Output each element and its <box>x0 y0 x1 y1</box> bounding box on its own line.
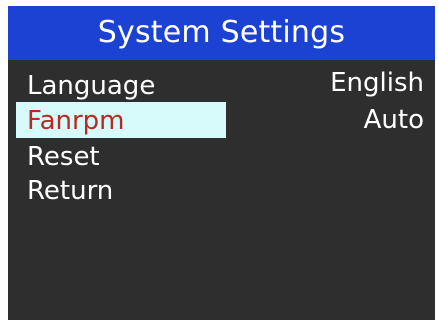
settings-screen: System Settings Language English Fanrpm … <box>8 6 435 320</box>
menu-item-reset[interactable]: Reset <box>27 144 100 170</box>
menu-item-language[interactable]: Language <box>27 73 155 99</box>
title-bar: System Settings <box>8 6 435 60</box>
page-title: System Settings <box>97 15 346 50</box>
menu-item-return[interactable]: Return <box>27 178 113 204</box>
fanrpm-value[interactable]: Auto <box>364 107 424 133</box>
language-value[interactable]: English <box>330 70 424 96</box>
menu-item-fanrpm[interactable]: Fanrpm <box>27 108 125 134</box>
